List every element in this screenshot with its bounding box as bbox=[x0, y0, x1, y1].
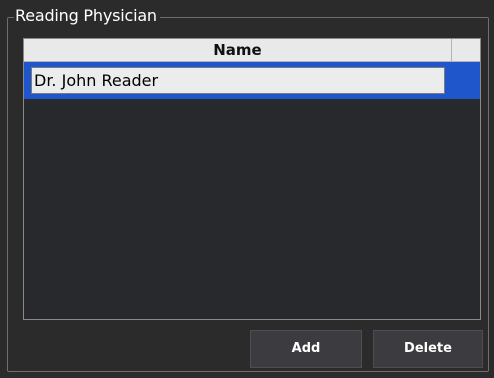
physician-name-input[interactable] bbox=[31, 67, 445, 94]
reading-physician-panel: Reading Physician Name Add Delete bbox=[0, 0, 494, 378]
table-row[interactable] bbox=[24, 62, 480, 99]
delete-button[interactable]: Delete bbox=[373, 330, 483, 368]
physician-grid[interactable]: Name bbox=[23, 38, 481, 320]
column-header-filler bbox=[452, 39, 480, 61]
column-header-name[interactable]: Name bbox=[24, 39, 452, 61]
grid-header: Name bbox=[24, 39, 480, 62]
add-button[interactable]: Add bbox=[250, 330, 362, 368]
group-title: Reading Physician bbox=[14, 6, 160, 26]
